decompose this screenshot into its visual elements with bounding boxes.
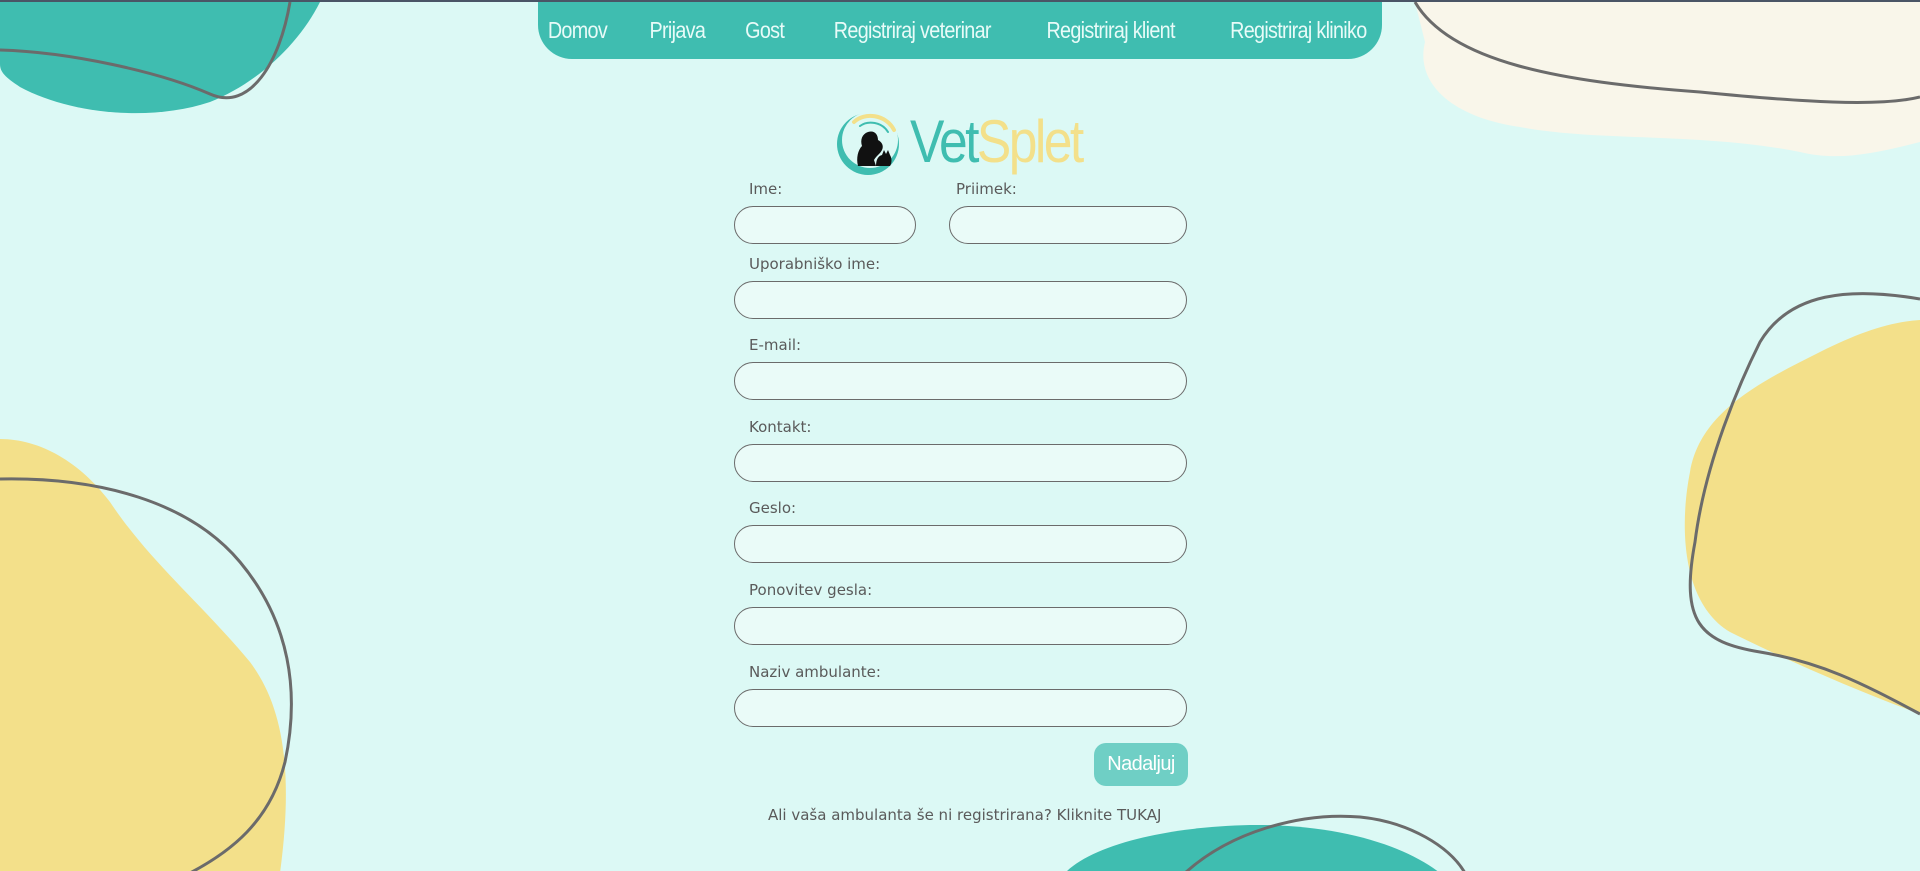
ponovitev-gesla-field[interactable] — [734, 607, 1187, 645]
line-left — [0, 477, 293, 871]
kontakt-label: Kontakt: — [749, 418, 812, 436]
clinic-registration-note: Ali vaša ambulanta še ni registrirana? K… — [768, 806, 1161, 824]
geslo-field[interactable] — [734, 525, 1187, 563]
pet-logo-icon — [837, 112, 899, 175]
nav-link-gost[interactable]: Gost — [746, 17, 786, 44]
blob-top-left — [0, 2, 320, 114]
vetsplet-logo: VetSplet — [836, 106, 1110, 178]
page: Domov Prijava Gost Registriraj veterinar… — [0, 0, 1920, 871]
top-navigation: Domov Prijava Gost Registriraj veterinar… — [538, 2, 1382, 59]
footnote-text: Ali vaša ambulanta še ni registrirana? K… — [768, 806, 1117, 824]
nav-link-registriraj-kliniko[interactable]: Registriraj kliniko — [1230, 17, 1367, 44]
ime-field[interactable] — [734, 206, 916, 244]
line-top-left — [0, 2, 292, 100]
logo-text-vet: Vet — [910, 108, 979, 175]
nadaljuj-button[interactable]: Nadaljuj — [1094, 743, 1188, 786]
naziv-ambulante-label: Naziv ambulante: — [749, 663, 881, 681]
line-right — [1688, 292, 1920, 716]
uporabnisko-ime-label: Uporabniško ime: — [749, 255, 881, 273]
ponovitev-gesla-label: Ponovitev gesla: — [749, 581, 873, 599]
blob-right — [1684, 320, 1920, 714]
tukaj-link[interactable]: TUKAJ — [1117, 806, 1161, 824]
email-field[interactable] — [734, 362, 1187, 400]
logo-text-splet: Splet — [976, 108, 1084, 175]
nav-link-domov[interactable]: Domov — [548, 17, 608, 44]
ime-label: Ime: — [749, 180, 783, 198]
naziv-ambulante-field[interactable] — [734, 689, 1187, 727]
blob-top-right — [1415, 2, 1920, 157]
blob-bottom — [1067, 824, 1438, 871]
geslo-label: Geslo: — [749, 499, 797, 517]
blob-left — [0, 439, 286, 871]
nav-link-registriraj-klient[interactable]: Registriraj klient — [1047, 17, 1176, 44]
nav-link-registriraj-veterinar[interactable]: Registriraj veterinar — [834, 17, 992, 44]
priimek-field[interactable] — [949, 206, 1187, 244]
email-label: E-mail: — [749, 336, 802, 354]
nav-link-prijava[interactable]: Prijava — [649, 17, 705, 44]
priimek-label: Priimek: — [956, 180, 1017, 198]
uporabnisko-ime-field[interactable] — [734, 281, 1187, 319]
line-bottom — [1185, 814, 1466, 871]
line-top-right — [1413, 2, 1920, 104]
kontakt-field[interactable] — [734, 444, 1187, 482]
logo-wordmark: VetSplet — [910, 112, 1084, 172]
